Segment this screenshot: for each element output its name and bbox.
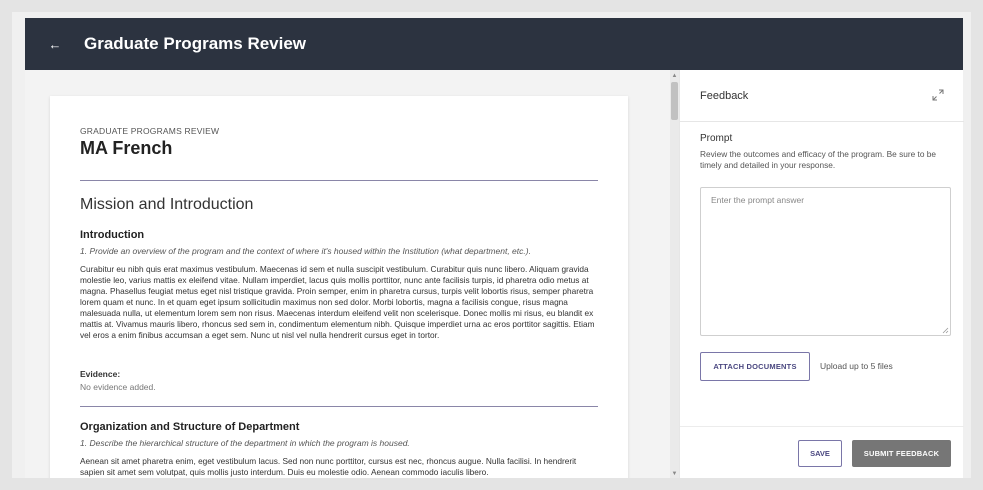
document-scrollbar[interactable]: ▲ ▼ bbox=[670, 70, 679, 478]
feedback-panel-header: Feedback bbox=[680, 70, 964, 122]
evidence-value: No evidence added. bbox=[80, 382, 156, 392]
feedback-panel: Feedback Prompt Review the outcomes and … bbox=[679, 70, 964, 478]
attach-documents-button[interactable]: ATTACH DOCUMENTS bbox=[700, 352, 810, 381]
subsection-heading: Organization and Structure of Department bbox=[80, 421, 300, 433]
divider bbox=[80, 406, 598, 407]
prompt-label: Prompt bbox=[700, 133, 733, 144]
scroll-thumb[interactable] bbox=[671, 82, 678, 120]
subsection-prompt: 1. Describe the hierarchical structure o… bbox=[80, 438, 410, 448]
save-button[interactable]: SAVE bbox=[798, 440, 842, 467]
scroll-down-arrow-icon[interactable]: ▼ bbox=[670, 470, 679, 478]
prompt-answer-input[interactable] bbox=[700, 187, 951, 336]
app-frame: ← Graduate Programs Review GRADUATE PROG… bbox=[12, 12, 971, 478]
section-title: Mission and Introduction bbox=[80, 196, 254, 213]
back-arrow-icon[interactable]: ← bbox=[39, 28, 71, 60]
document-card: GRADUATE PROGRAMS REVIEW MA French Missi… bbox=[50, 96, 628, 478]
subsection-body: Aenean sit amet pharetra enim, eget vest… bbox=[80, 456, 577, 477]
evidence-label: Evidence: bbox=[80, 369, 121, 379]
app-header: ← Graduate Programs Review bbox=[25, 18, 963, 70]
page-title: Graduate Programs Review bbox=[84, 34, 307, 53]
divider bbox=[80, 180, 598, 181]
document-title: MA French bbox=[80, 138, 173, 158]
subsection-heading: Introduction bbox=[80, 229, 145, 241]
expand-icon[interactable] bbox=[932, 89, 944, 101]
subsection-body: Curabitur eu nibh quis erat maximus vest… bbox=[80, 264, 595, 340]
upload-hint: Upload up to 5 files bbox=[820, 361, 893, 371]
subsection-prompt: 1. Provide an overview of the program an… bbox=[80, 246, 531, 256]
prompt-description: Review the outcomes and efficacy of the … bbox=[700, 149, 936, 170]
document-viewport: GRADUATE PROGRAMS REVIEW MA French Missi… bbox=[25, 70, 670, 478]
feedback-panel-footer: SAVE SUBMIT FEEDBACK bbox=[680, 426, 964, 478]
feedback-panel-title: Feedback bbox=[700, 90, 749, 102]
scroll-up-arrow-icon[interactable]: ▲ bbox=[670, 72, 679, 80]
resize-grip-icon[interactable] bbox=[942, 327, 949, 334]
document-kicker: GRADUATE PROGRAMS REVIEW bbox=[80, 126, 220, 136]
submit-feedback-button[interactable]: SUBMIT FEEDBACK bbox=[852, 440, 951, 467]
